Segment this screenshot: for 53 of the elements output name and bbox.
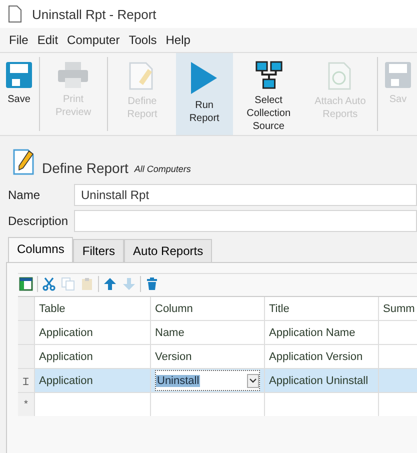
- toolbar-button[interactable]: Save: [0, 53, 38, 135]
- column-header[interactable]: Summ: [379, 297, 417, 320]
- toolbar-button[interactable]: Run Report: [176, 53, 233, 135]
- tab[interactable]: Filters: [73, 239, 124, 262]
- columns-icon: [19, 277, 33, 291]
- copy-icon: [61, 277, 75, 291]
- toolbar-button[interactable]: Select Collection Source: [232, 53, 304, 135]
- table-cell: Application: [35, 321, 151, 344]
- trash-icon: [145, 277, 159, 291]
- clipboard-icon: [80, 277, 94, 291]
- chevron-down-icon: [247, 374, 259, 388]
- menu-item[interactable]: Help: [166, 33, 190, 47]
- table-cell: Application: [35, 345, 151, 368]
- document-icon: [8, 5, 22, 23]
- field-label: Name: [8, 188, 42, 202]
- column-header[interactable]: Column: [151, 297, 265, 320]
- row-header[interactable]: [18, 321, 35, 344]
- tab[interactable]: Columns: [8, 237, 74, 262]
- play-icon: [190, 61, 218, 95]
- field-label: Description: [8, 214, 70, 228]
- row-header[interactable]: [18, 345, 35, 368]
- tab[interactable]: Auto Reports: [124, 239, 212, 262]
- table-cell: Version: [151, 345, 265, 368]
- table-cell: Name: [151, 321, 265, 344]
- scissors-icon: [42, 277, 56, 291]
- menu-item[interactable]: File: [9, 33, 28, 47]
- down-arrow-icon: [122, 277, 136, 291]
- column-header[interactable]: Title: [265, 297, 379, 320]
- tool-button[interactable]: [102, 276, 118, 292]
- input-field[interactable]: Uninstall Rpt: [74, 184, 417, 206]
- row-header[interactable]: Ɪ: [18, 369, 35, 392]
- tool-button[interactable]: [41, 276, 57, 292]
- menu-item[interactable]: Computer: [67, 33, 120, 47]
- section-subtitle: All Computers: [134, 164, 191, 174]
- table-cell: Application: [35, 369, 151, 392]
- menu-item[interactable]: Edit: [37, 33, 58, 47]
- pencil-document-icon: [12, 148, 36, 176]
- row-header[interactable]: *: [18, 393, 35, 416]
- table-cell: Application Uninstall: [265, 369, 379, 392]
- up-arrow-icon: [103, 277, 117, 291]
- section-title: Define Report: [42, 160, 128, 176]
- column-header[interactable]: Table: [35, 297, 151, 320]
- input-field[interactable]: [74, 210, 417, 232]
- table-cell: Application Name: [265, 321, 379, 344]
- dropdown[interactable]: Uninstall: [155, 370, 260, 391]
- table-cell: Application Version: [265, 345, 379, 368]
- printer-icon: [57, 61, 90, 89]
- network-icon: [254, 61, 283, 90]
- tool-button[interactable]: [18, 276, 34, 292]
- tool-button[interactable]: [144, 276, 160, 292]
- window-title: Uninstall Rpt - Report: [32, 6, 156, 22]
- menu-item[interactable]: Tools: [128, 33, 157, 47]
- clock-document-icon: [327, 61, 354, 91]
